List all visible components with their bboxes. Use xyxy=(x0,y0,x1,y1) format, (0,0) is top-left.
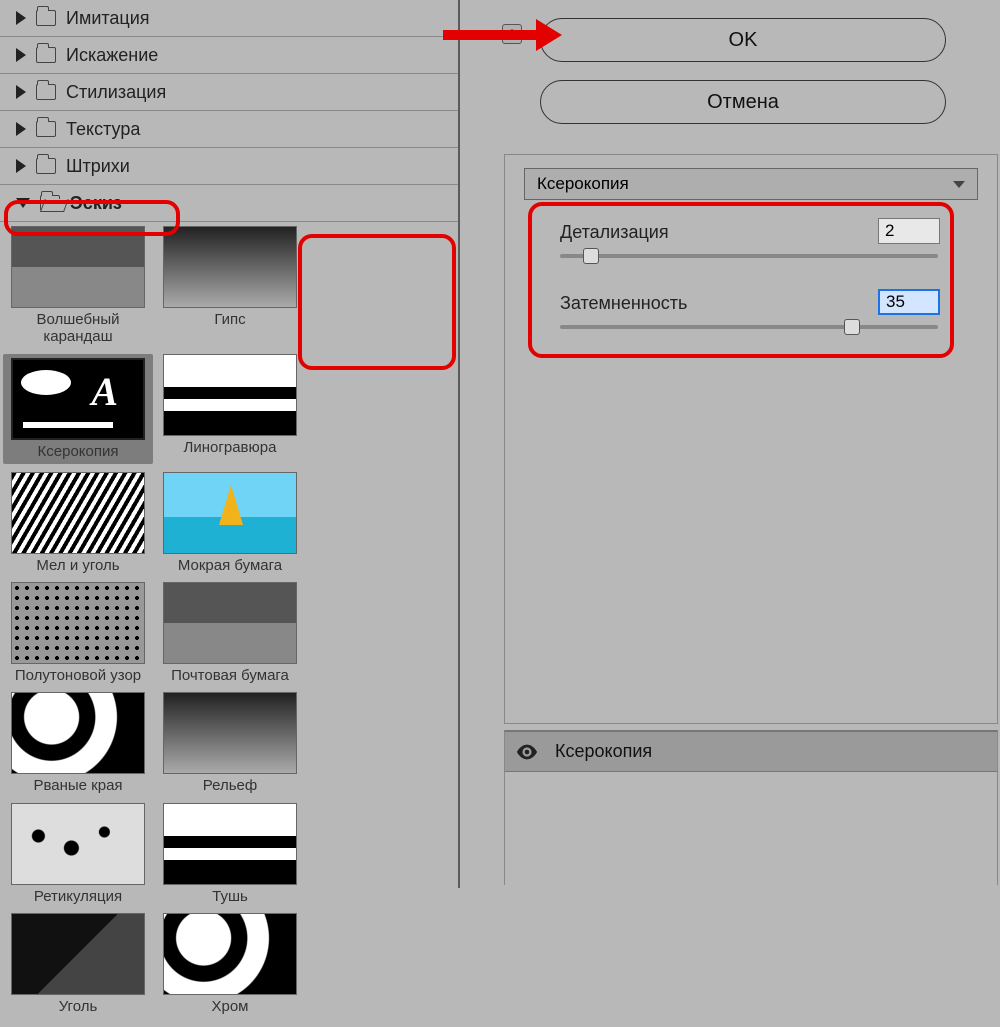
category-label: Эскиз xyxy=(70,193,122,214)
filter-thumb-magic-pencil[interactable]: Волшебный карандаш xyxy=(3,226,153,346)
dropdown-value: Ксерокопия xyxy=(537,174,629,194)
param-darkness-row: Затемненность xyxy=(560,293,940,314)
filter-thumb-charcoal[interactable]: Уголь xyxy=(3,913,153,1015)
chevron-down-icon xyxy=(16,198,30,208)
filter-thumb-linocut[interactable]: Линогравюра xyxy=(155,354,305,464)
visibility-toggle[interactable] xyxy=(505,744,549,760)
param-darkness-input[interactable] xyxy=(878,289,940,315)
thumbnail-image xyxy=(163,472,297,554)
category-label: Стилизация xyxy=(66,82,166,103)
filter-thumb-reticulation[interactable]: Ретикуляция xyxy=(3,803,153,905)
category-imitation[interactable]: Имитация xyxy=(0,0,458,37)
param-label: Затемненность xyxy=(560,293,687,313)
chevron-right-icon xyxy=(16,48,26,62)
chevron-right-icon xyxy=(16,159,26,173)
filter-thumb-torn-edges[interactable]: Рваные края xyxy=(3,692,153,794)
filter-thumb-chrome[interactable]: Хром xyxy=(155,913,305,1015)
thumbnail-image xyxy=(11,472,145,554)
thumbnail-image xyxy=(11,582,145,664)
thumb-label: Мел и уголь xyxy=(3,557,153,574)
thumbnail-image xyxy=(163,803,297,885)
chevron-right-icon xyxy=(16,85,26,99)
thumbnail-image xyxy=(11,803,145,885)
layer-name: Ксерокопия xyxy=(549,741,652,762)
thumb-label: Ксерокопия xyxy=(3,443,153,460)
folder-icon xyxy=(36,10,56,26)
slider-knob[interactable] xyxy=(583,248,599,264)
eye-icon xyxy=(516,744,538,760)
folder-icon xyxy=(36,47,56,63)
thumbnail-image xyxy=(163,582,297,664)
filter-categories-panel: Имитация Искажение Стилизация Текстура Ш… xyxy=(0,0,460,888)
effect-layers-panel: Ксерокопия xyxy=(504,730,998,885)
category-distort[interactable]: Искажение xyxy=(0,37,458,74)
thumbnail-image xyxy=(11,913,145,995)
annotation-arrow xyxy=(443,30,538,40)
category-label: Имитация xyxy=(66,8,150,29)
param-label: Детализация xyxy=(560,222,669,242)
category-label: Текстура xyxy=(66,119,140,140)
filter-thumb-water-paper[interactable]: Мокрая бумага xyxy=(155,472,305,574)
thumb-label: Волшебный карандаш xyxy=(3,311,153,346)
thumb-label: Уголь xyxy=(3,998,153,1015)
param-darkness-slider[interactable] xyxy=(560,325,938,329)
thumbnail-image xyxy=(163,692,297,774)
chevron-down-icon xyxy=(953,181,965,188)
filter-thumb-note-paper[interactable]: Почтовая бумага xyxy=(155,582,305,684)
param-detail-input[interactable] xyxy=(878,218,940,244)
thumb-label: Ретикуляция xyxy=(3,888,153,905)
category-stylize[interactable]: Стилизация xyxy=(0,74,458,111)
thumbnail-image xyxy=(163,226,297,308)
folder-open-icon xyxy=(40,195,60,211)
slider-knob[interactable] xyxy=(844,319,860,335)
thumb-label: Линогравюра xyxy=(155,439,305,456)
category-label: Искажение xyxy=(66,45,158,66)
thumb-label: Гипс xyxy=(155,311,305,328)
folder-icon xyxy=(36,158,56,174)
thumb-label: Полутоновой узор xyxy=(3,667,153,684)
folder-icon xyxy=(36,121,56,137)
thumb-label: Почтовая бумага xyxy=(155,667,305,684)
category-label: Штрихи xyxy=(66,156,130,177)
category-strokes[interactable]: Штрихи xyxy=(0,148,458,185)
category-sketch[interactable]: Эскиз xyxy=(0,185,458,222)
filter-thumb-photocopy[interactable]: Ксерокопия xyxy=(3,354,153,464)
thumb-label: Рельеф xyxy=(155,777,305,794)
filter-thumb-halftone[interactable]: Полутоновой узор xyxy=(3,582,153,684)
cancel-button[interactable]: Отмена xyxy=(540,80,946,124)
thumbnail-image xyxy=(11,226,145,308)
param-detail-row: Детализация xyxy=(560,222,940,243)
thumbnail-image xyxy=(11,692,145,774)
filter-gallery: Волшебный карандаш Гипс Ксерокопия Линог… xyxy=(0,222,458,1027)
category-texture[interactable]: Текстура xyxy=(0,111,458,148)
filter-thumb-stamp[interactable]: Тушь xyxy=(155,803,305,905)
param-detail-slider[interactable] xyxy=(560,254,938,258)
layers-empty-area xyxy=(505,772,997,886)
ok-button[interactable]: OK xyxy=(540,18,946,62)
thumbnail-image xyxy=(11,358,145,440)
thumb-label: Мокрая бумага xyxy=(155,557,305,574)
thumbnail-image xyxy=(163,913,297,995)
effect-layer-row[interactable]: Ксерокопия xyxy=(505,732,997,772)
chevron-right-icon xyxy=(16,122,26,136)
filter-thumb-plaster[interactable]: Гипс xyxy=(155,226,305,346)
thumb-label: Тушь xyxy=(155,888,305,905)
chevron-right-icon xyxy=(16,11,26,25)
thumbnail-image xyxy=(163,354,297,436)
folder-icon xyxy=(36,84,56,100)
filter-thumb-chalk-charcoal[interactable]: Мел и уголь xyxy=(3,472,153,574)
filter-thumb-bas-relief[interactable]: Рельеф xyxy=(155,692,305,794)
thumb-label: Хром xyxy=(155,998,305,1015)
filter-select-dropdown[interactable]: Ксерокопия xyxy=(524,168,978,200)
thumb-label: Рваные края xyxy=(3,777,153,794)
